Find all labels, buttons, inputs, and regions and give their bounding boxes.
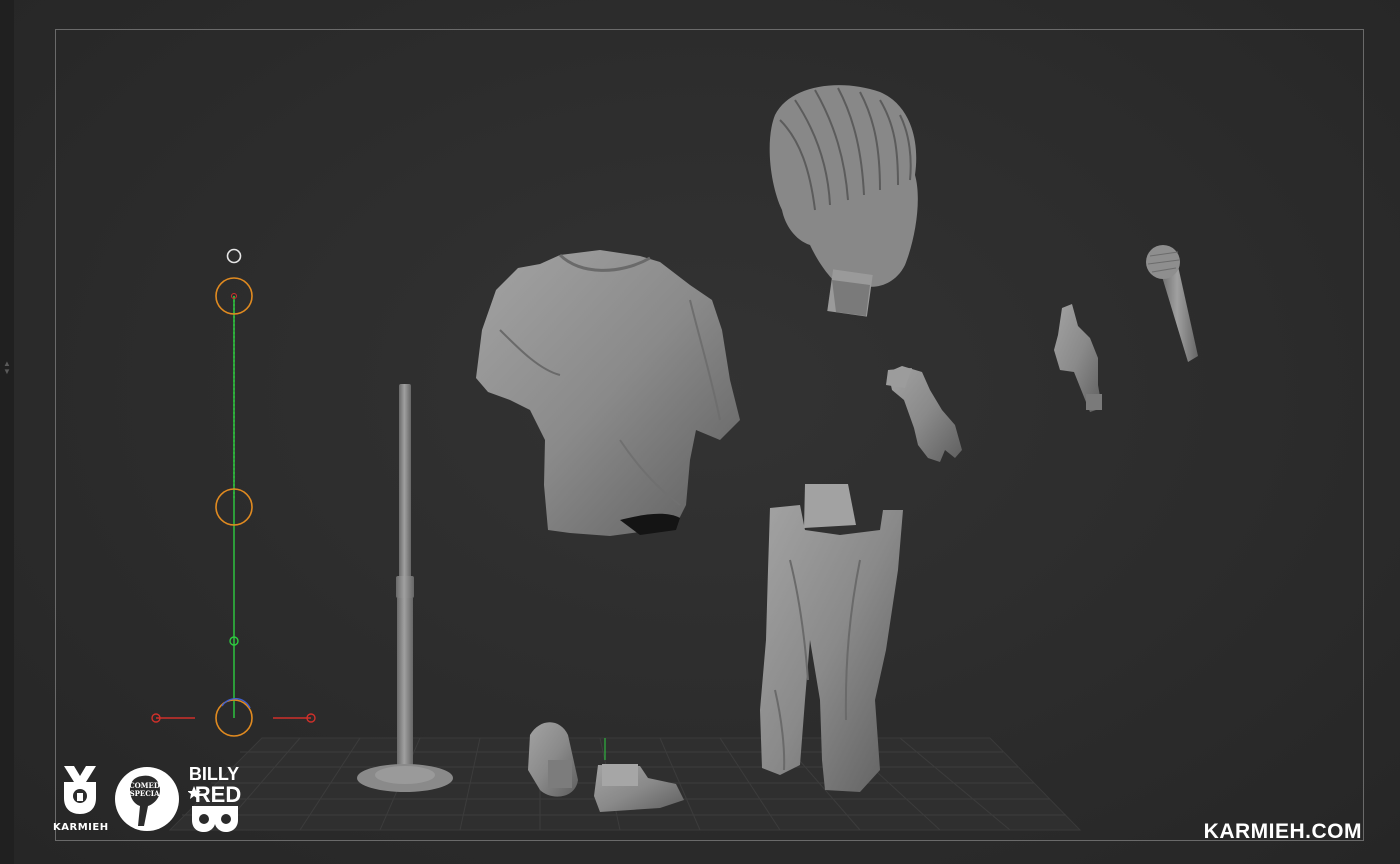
head[interactable] [769, 85, 918, 317]
karmieh-logo-text: KARMIEH [53, 822, 109, 833]
billy-red-logo: BILLY RED [188, 764, 241, 832]
shirt-torso[interactable] [476, 250, 740, 536]
right-hand[interactable] [1054, 304, 1102, 412]
svg-text:RED: RED [195, 782, 241, 807]
svg-text:BILLY: BILLY [189, 764, 239, 784]
scene-canvas[interactable] [0, 0, 1400, 864]
microphone[interactable] [1146, 245, 1198, 362]
svg-text:SPECIAL: SPECIAL [130, 789, 165, 798]
left-hand[interactable] [886, 366, 962, 462]
karmieh-logo [64, 766, 96, 814]
transform-gizmo[interactable] [151, 248, 316, 737]
website-watermark: KARMIEH.COM [1203, 820, 1362, 843]
microphone-stand[interactable] [357, 384, 453, 792]
comedy-special-logo: COMEDY SPECIAL [115, 767, 179, 831]
gizmo-top-handle-icon[interactable] [226, 248, 242, 264]
